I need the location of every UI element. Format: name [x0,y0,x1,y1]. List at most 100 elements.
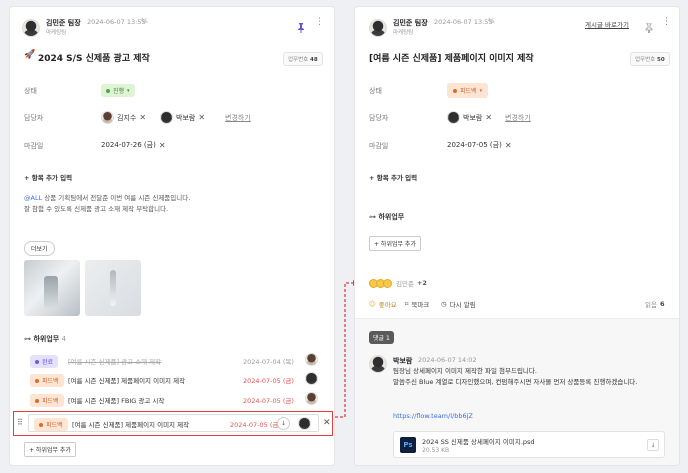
change-assignee-link[interactable]: 변경하기 [505,113,531,123]
chevron-down-icon: ▾ [479,87,483,94]
mention-all[interactable]: @ALL [24,194,42,202]
subtask-assignee-avatar [298,417,311,430]
author-avatar[interactable] [22,19,40,37]
add-field-button[interactable]: + 항목 추가 입력 [369,172,417,182]
attachment-image-2[interactable] [85,260,141,316]
comment-link[interactable]: https://flow.team/l/bb6jZ [393,411,473,422]
task-number-badge: 업무번호 50 [630,52,670,66]
reaction-more-count: +2 [416,279,427,287]
comment-line-1: 팀장님 상세페이지 이미지 제작한 파일 첨부드립니다. [393,367,537,375]
due-date-value-wrap[interactable]: 2024-07-05 (금) ✕ [447,140,512,150]
status-label: 상태 [24,87,37,95]
status-value: 피드백 [460,88,477,95]
remind-label: 다시 알림 [449,301,476,309]
clear-date-icon[interactable]: ✕ [505,141,512,150]
change-assignee-link[interactable]: 변경하기 [225,113,251,123]
clock-icon: ◷ [441,300,447,308]
subtask-status[interactable]: 완료 [30,355,59,368]
subtask-date: 2024-07-05 (금) [243,377,294,385]
photoshop-file-icon: Ps [400,437,416,453]
status-text: 피드백 [42,378,59,385]
laugh-emoji-icon [383,278,392,288]
subtasks-count: 4 [61,335,67,343]
more-button[interactable]: 더보기 [24,241,55,256]
add-field-button[interactable]: + 항목 추가 입력 [24,172,72,182]
due-date-value-wrap[interactable]: 2024-07-26 (금) ✕ [101,140,166,150]
status-dot [39,422,43,427]
assignee-name: 박보람 [463,113,483,122]
task-title: 2024 S/S 신제품 광고 제작 [38,54,150,64]
translate-icon[interactable]: ⅍ [488,17,495,25]
due-date-value: 2024-07-26 (금) [101,141,156,149]
more-menu-icon[interactable]: ⋮ [315,17,324,27]
add-subtask-button[interactable]: + 하위업무 추가 [369,236,421,251]
smile-icon: ☺ [369,300,376,308]
author-name: 김민준 팀장 [393,19,428,27]
bookmark-icon: ⌑ [405,300,409,308]
clear-date-icon[interactable]: ✕ [159,141,166,150]
subtask-icon: ⊶ [369,213,376,221]
drag-handle-icon[interactable]: ⠿ [17,418,23,427]
remove-assignee-icon[interactable]: ✕ [139,113,146,122]
assignee-label: 담당자 [24,114,44,122]
task-body: @ALL 상품 기획팀에서 전달준 이번 여름 시즌 신제품입니다. 잘 참험 … [24,193,324,215]
subtask-status[interactable]: 피드백 [34,418,68,431]
bookmark-button[interactable]: ⌑ 북마크 [405,299,429,309]
download-icon[interactable]: ↓ [277,417,290,430]
commenter-name: 박보람 [393,357,413,365]
pin-icon[interactable] [297,18,305,37]
subtasks-header: ⊶ 하위업무 [369,212,404,222]
status-dropdown[interactable]: 피드백 ▾ [447,83,489,98]
rocket-icon: 🚀 [24,50,36,60]
remove-assignee-icon[interactable]: ✕ [198,113,205,122]
subtask-row[interactable]: 완료 [여름 시즌 신제품] 광고 소재 제작 2024-07-04 (목) [24,351,324,369]
subtask-assignee-avatar [305,392,318,405]
subtask-row[interactable]: 피드백 [여름 시즌 신제품] 제품페이지 이미지 제작 2024-07-05 … [24,369,324,389]
add-subtask-button[interactable]: + 하위업무 추가 [24,442,76,457]
read-count[interactable]: 읽음 6 [645,299,665,309]
assignee-chip: 박보람 ✕ [447,111,492,124]
due-date-value: 2024-07-05 (금) [447,141,502,149]
author-avatar[interactable] [369,19,387,37]
chevron-down-icon: ▾ [127,87,130,94]
attachment-image-1[interactable] [24,260,80,316]
assignee-avatar [160,111,173,124]
like-button[interactable]: ☺ 좋아요 [369,299,397,309]
reactions-row[interactable]: 김민준 +2 [369,278,427,288]
status-dropdown[interactable]: 진행 ▾ [101,84,135,97]
file-size: 20.53 KB [422,447,450,454]
task-number-badge: 업무번호 48 [283,52,323,66]
subtask-assignee-avatar [305,353,318,366]
like-label: 좋아요 [378,301,397,309]
subtask-row-highlighted[interactable]: ⠿ 피드백 [여름 시즌 신제품] 제품페이지 이미지 제작 2024-07-0… [13,411,333,436]
go-to-post-link[interactable]: 게시글 바로가기 [585,19,629,29]
assignee-name: 박보람 [176,113,196,122]
download-icon[interactable]: ↓ [647,439,659,451]
assignee-label: 담당자 [369,114,389,122]
commenter-avatar[interactable] [369,355,387,373]
parent-task-card: 김민준 팀장 2024-06-07 13:55 ⅍ 마케팅팀 ⋮ 🚀 2024 … [9,6,335,466]
subtask-date: 2024-07-05 (금) [243,397,294,405]
remind-button[interactable]: ◷ 다시 알림 [441,299,476,309]
subtask-assignee-avatar [305,372,318,385]
file-attachment[interactable]: Ps 2024 SS 신제품 상세페이지 이미지.psd 20.53 KB ↓ [393,431,665,458]
subtask-status[interactable]: 피드백 [30,374,64,387]
post-timestamp: 2024-06-07 13:55 [87,18,146,26]
pin-icon[interactable] [645,18,653,37]
subtask-status[interactable]: 피드백 [30,394,64,407]
task-title: [여름 시즌 신제품] 제품페이지 이미지 제작 [369,54,534,64]
more-menu-icon[interactable]: ⋮ [662,17,671,27]
subtask-detail-card: 김민준 팀장 2024-06-07 13:55 ⅍ 마케팅팀 게시글 바로가기 … [354,6,680,466]
comment-count-tag: 댓글 1 [369,331,394,344]
dropper-shape [110,270,116,306]
assignee-avatar [447,111,460,124]
status-dot [35,359,39,364]
add-field-label: 항목 추가 입력 [31,174,73,182]
remove-assignee-icon[interactable]: ✕ [485,113,492,122]
status-text: 피드백 [42,398,59,405]
comment-body: 팀장님 상세페이지 이미지 제작한 파일 첨부드립니다. 말씀주신 Blue 계… [393,366,673,388]
bottle-shape [44,276,58,308]
translate-icon[interactable]: ⅍ [141,17,148,25]
subtask-row[interactable]: 피드백 [여름 시즌 신제품] FBIG 광고 시작 2024-07-05 (금… [24,389,324,409]
subtask-title: [여름 시즌 신제품] 제품페이지 이미지 제작 [68,377,186,385]
